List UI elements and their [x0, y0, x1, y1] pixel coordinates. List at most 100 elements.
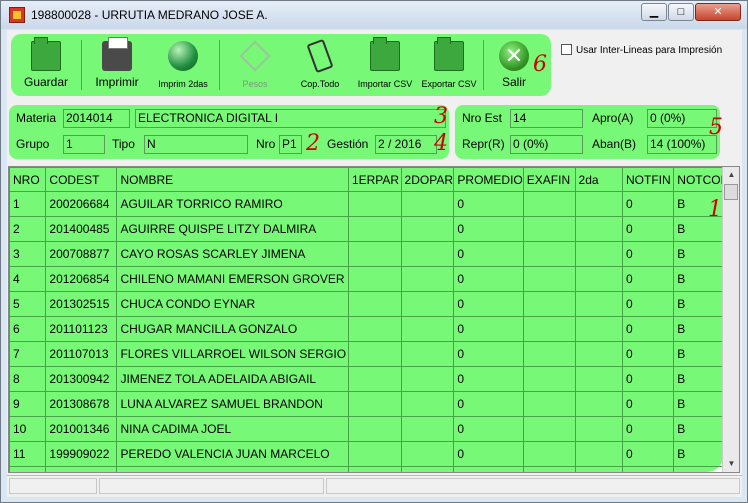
col-header-1erpar[interactable]: 1ERPAR	[347, 167, 402, 192]
cell-2da[interactable]	[574, 466, 624, 472]
cell-exafin[interactable]	[522, 291, 576, 317]
cell-1erpar[interactable]	[347, 241, 402, 267]
cell-nro[interactable]: 4	[9, 266, 47, 292]
cell-2dopar[interactable]	[400, 291, 455, 317]
cell-promedio[interactable]: 0	[453, 266, 524, 292]
maximize-button[interactable]: □	[668, 3, 694, 21]
cell-1erpar[interactable]	[347, 216, 402, 242]
col-header-2da[interactable]: 2da	[574, 167, 624, 192]
col-header-codest[interactable]: CODEST	[45, 167, 118, 192]
inter-lineas-checkbox[interactable]: Usar Inter-Lineas para Impresión	[561, 44, 722, 56]
cell-promedio[interactable]: 0	[453, 466, 524, 472]
cell-notfin[interactable]: 0	[622, 266, 675, 292]
cell-nro[interactable]: 6	[9, 316, 47, 342]
cell-1erpar[interactable]	[347, 391, 402, 417]
cell-exafin[interactable]	[522, 191, 576, 217]
col-header-notfin[interactable]: NOTFIN	[622, 167, 675, 192]
cell-codest[interactable]: 201101123	[45, 316, 118, 342]
export-csv-button[interactable]: Exportar CSV	[417, 36, 481, 94]
cell-exafin[interactable]	[522, 341, 576, 367]
cell-exafin[interactable]	[522, 316, 576, 342]
table-row[interactable]: 8 201300942 JIMENEZ TOLA ADELAIDA ABIGAIL 0…	[9, 366, 739, 392]
scroll-down-icon[interactable]: ▼	[724, 456, 739, 472]
cell-exafin[interactable]	[522, 466, 576, 472]
cell-exafin[interactable]	[522, 216, 576, 242]
cell-nombre[interactable]: CHUCA CONDO EYNAR	[116, 291, 349, 317]
cell-1erpar[interactable]	[347, 291, 402, 317]
copy-all-button[interactable]: Cop.Todo	[289, 36, 351, 94]
checkbox-box[interactable]	[561, 44, 572, 55]
cell-codest[interactable]: 201001346	[45, 416, 118, 442]
cell-1erpar[interactable]	[347, 316, 402, 342]
cell-2da[interactable]	[574, 341, 624, 367]
cell-nombre[interactable]: CHUGAR MANCILLA GONZALO	[116, 316, 349, 342]
cell-1erpar[interactable]	[347, 466, 402, 472]
cell-codest[interactable]: 200206684	[45, 191, 118, 217]
cell-promedio[interactable]: 0	[453, 441, 524, 467]
cell-2dopar[interactable]	[400, 316, 455, 342]
cell-nro[interactable]: 5	[9, 291, 47, 317]
nro-est-field[interactable]: 14	[510, 109, 583, 128]
title-bar[interactable]: 198800028 - URRUTIA MEDRANO JOSE A. ▁ □ …	[1, 1, 747, 29]
cell-nro[interactable]: 8	[9, 366, 47, 392]
imprim-2das-button[interactable]: Imprim 2das	[151, 36, 215, 94]
cell-codest[interactable]: 201206854	[45, 266, 118, 292]
cell-notfin[interactable]: 0	[622, 391, 675, 417]
cell-promedio[interactable]: 0	[453, 291, 524, 317]
cell-nombre[interactable]: CHILENO MAMANI EMERSON GROVER	[116, 266, 349, 292]
cell-exafin[interactable]	[522, 266, 576, 292]
minimize-button[interactable]: ▁	[641, 3, 667, 21]
cell-codest[interactable]: 201308678	[45, 391, 118, 417]
cell-promedio[interactable]: 0	[453, 366, 524, 392]
cell-promedio[interactable]: 0	[453, 241, 524, 267]
cell-codest[interactable]: 199909022	[45, 441, 118, 467]
cell-1erpar[interactable]	[347, 441, 402, 467]
imprimir-button[interactable]: Imprimir	[85, 36, 149, 94]
cell-nombre[interactable]: FLORES VILLARROEL WILSON SERGIO	[116, 341, 349, 367]
table-row[interactable]: 4 201206854 CHILENO MAMANI EMERSON GROVER 0…	[9, 266, 739, 292]
cell-2da[interactable]	[574, 316, 624, 342]
cell-nombre[interactable]: QUISPE CAMACHO RICARDO MARTIN	[116, 466, 349, 472]
cell-notfin[interactable]: 0	[622, 341, 675, 367]
cell-nro[interactable]: 3	[9, 241, 47, 267]
cell-nombre[interactable]: LUNA ALVAREZ SAMUEL BRANDON	[116, 391, 349, 417]
cell-2dopar[interactable]	[400, 341, 455, 367]
cell-nro[interactable]: 11	[9, 441, 47, 467]
cell-notfin[interactable]: 0	[622, 366, 675, 392]
cell-promedio[interactable]: 0	[453, 341, 524, 367]
cell-codest[interactable]: 201400485	[45, 216, 118, 242]
cell-codest[interactable]: 200708877	[45, 241, 118, 267]
scroll-up-icon[interactable]: ▲	[724, 167, 739, 183]
col-header-nro[interactable]: NRO	[9, 167, 47, 192]
cell-nombre[interactable]: AGUILAR TORRICO RAMIRO	[116, 191, 349, 217]
col-header-exafin[interactable]: EXAFIN	[522, 167, 576, 192]
table-row[interactable]: 2 201400485 AGUIRRE QUISPE LITZY DALMIRA 0 0…	[9, 216, 739, 242]
table-row[interactable]: 11 199909022 PEREDO VALENCIA JUAN MARCELO 0…	[9, 441, 739, 467]
cell-codest[interactable]: 201107013	[45, 341, 118, 367]
aban-field[interactable]: 14 (100%)	[647, 135, 717, 154]
cell-2dopar[interactable]	[400, 266, 455, 292]
cell-exafin[interactable]	[522, 441, 576, 467]
guardar-button[interactable]: Guardar	[15, 36, 77, 94]
cell-2dopar[interactable]	[400, 191, 455, 217]
col-header-2dopar[interactable]: 2DOPAR	[400, 167, 455, 192]
table-row[interactable]: 5 201302515 CHUCA CONDO EYNAR 0 0 B	[9, 291, 739, 317]
cell-2da[interactable]	[574, 191, 624, 217]
cell-nombre[interactable]: PEREDO VALENCIA JUAN MARCELO	[116, 441, 349, 467]
cell-nombre[interactable]: JIMENEZ TOLA ADELAIDA ABIGAIL	[116, 366, 349, 392]
cell-exafin[interactable]	[522, 391, 576, 417]
cell-nro[interactable]: 2	[9, 216, 47, 242]
cell-notfin[interactable]: 0	[622, 441, 675, 467]
cell-nro[interactable]: 10	[9, 416, 47, 442]
cell-2dopar[interactable]	[400, 441, 455, 467]
cell-promedio[interactable]: 0	[453, 416, 524, 442]
apro-field[interactable]: 0 (0%)	[647, 109, 717, 128]
cell-1erpar[interactable]	[347, 266, 402, 292]
cell-notfin[interactable]: 0	[622, 216, 675, 242]
cell-2da[interactable]	[574, 266, 624, 292]
cell-promedio[interactable]: 0	[453, 391, 524, 417]
cell-nombre[interactable]: CAYO ROSAS SCARLEY JIMENA	[116, 241, 349, 267]
cell-notfin[interactable]: 0	[622, 191, 675, 217]
cell-notfin[interactable]: 0	[622, 466, 675, 472]
cell-2da[interactable]	[574, 366, 624, 392]
